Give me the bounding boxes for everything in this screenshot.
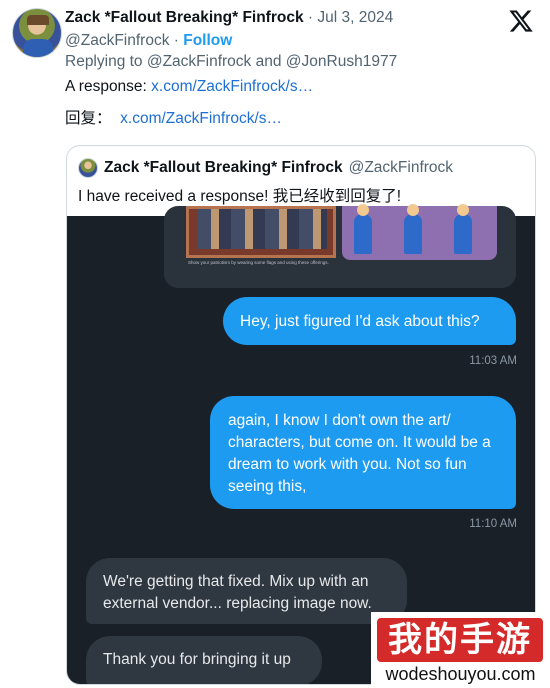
separator: · [307,9,314,26]
vault-figure [354,204,372,254]
response-label: A response: [65,78,152,95]
tweet-text-line-1: A response: x.com/ZackFinfrock/s… [65,78,313,96]
watermark-logo: 我的手游 [377,618,543,662]
replying-prefix: Replying to [65,53,147,70]
poster-figures [197,209,327,249]
message-timestamp: 11:10 AM [469,518,517,530]
reply-mention-1[interactable]: @ZackFinfrock [147,53,251,70]
quote-text: I have received a response! 我已经收到回复了! [78,188,402,205]
handle-line: @ZackFinfrock · Follow [65,32,232,50]
watermark: 我的手游 wodeshouyou.com [371,612,550,688]
reply-mention-2[interactable]: @JonRush1977 [286,53,397,70]
author-name[interactable]: Zack *Fallout Breaking* Finfrock [65,9,304,26]
shared-image: Show your patriotism by wearing some fla… [164,204,516,288]
tweet-text-line-2: 回复： x.com/ZackFinfrock/s… [65,106,282,128]
quote-author-handle: @ZackFinfrock [348,159,454,176]
x-logo-icon[interactable] [508,8,534,34]
avatar-hat [27,15,49,25]
author-line: Zack *Fallout Breaking* Finfrock · Jul 3… [65,9,393,27]
vault-boy-image [342,204,497,260]
avatar-body [23,39,53,57]
message-bubble-sent: again, I know I don't own the art/ chara… [210,396,516,509]
message-bubble-received: We're getting that fixed. Mix up with an… [86,558,407,624]
response-label-cn: 回复： [65,110,112,127]
author-handle[interactable]: @ZackFinfrock [65,32,169,49]
poster-image [186,206,336,258]
vault-figure [454,204,472,254]
watermark-url: wodeshouyou.com [385,664,536,684]
message-bubble-received: Thank you for bringing it up [86,636,322,684]
vault-figure [404,204,422,254]
quote-avatar [78,158,98,178]
replying-and: and [251,53,286,70]
quote-author-name: Zack *Fallout Breaking* Finfrock [104,159,343,176]
follow-button[interactable]: Follow [183,32,232,49]
quote-header: Zack *Fallout Breaking* Finfrock @ZackFi… [78,158,453,178]
author-avatar[interactable] [12,8,62,58]
replying-to: Replying to @ZackFinfrock and @JonRush19… [65,53,397,71]
response-link[interactable]: x.com/ZackFinfrock/s… [151,78,313,95]
message-timestamp: 11:03 AM [469,355,517,367]
response-link-cn[interactable]: x.com/ZackFinfrock/s… [120,110,282,127]
tweet-date[interactable]: Jul 3, 2024 [317,9,393,26]
message-bubble-sent: Hey, just figured I'd ask about this? [223,297,516,345]
poster-caption: Show your patriotism by wearing some fla… [188,260,329,265]
quoted-tweet[interactable]: Zack *Fallout Breaking* Finfrock @ZackFi… [66,145,536,685]
separator: · [173,32,179,49]
